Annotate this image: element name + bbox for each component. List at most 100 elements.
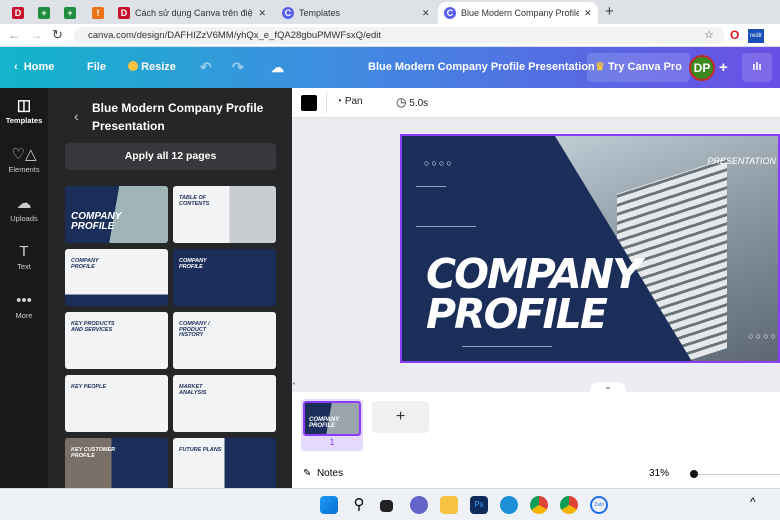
search-icon[interactable]: ⚲ <box>350 496 368 514</box>
green-sheet-icon: + <box>64 7 76 19</box>
tray-chevron-icon[interactable]: ^ <box>750 495 756 509</box>
dots-decoration: ○○○○ <box>424 158 454 168</box>
duration-label: 5.0s <box>409 98 429 109</box>
close-icon[interactable]: ✕ <box>584 8 592 19</box>
scroll-left-icon[interactable]: ◂ <box>292 380 298 387</box>
edge-icon[interactable] <box>500 496 518 514</box>
design-title[interactable]: Blue Modern Company Profile Presentation <box>368 47 595 88</box>
undo-icon[interactable]: ↶ <box>200 47 212 88</box>
zoom-slider-thumb[interactable] <box>690 470 698 478</box>
rail-text[interactable]: T Text <box>0 235 48 283</box>
try-canva-pro-button[interactable]: ♛ Try Canva Pro <box>587 53 690 82</box>
opera-icon[interactable]: O <box>730 28 739 42</box>
forward-icon[interactable]: → <box>30 28 42 42</box>
template-thumbnail[interactable]: COMPANY PROFILE <box>65 249 168 306</box>
try-pro-label: Try Canva Pro <box>607 61 682 73</box>
template-thumbnail[interactable]: FUTURE PLANS <box>173 438 276 488</box>
rail-templates[interactable]: ◫ Templates <box>0 88 48 136</box>
presentation-tag[interactable]: PRESENTATION <box>707 156 776 166</box>
add-page-button[interactable]: + <box>372 401 429 433</box>
thumbnail-title: TABLE OF CONTENTS <box>179 195 210 207</box>
file-menu[interactable]: File <box>87 47 106 88</box>
tab-label: Blue Modern Company Profile Pr <box>461 8 579 18</box>
avatar[interactable]: DP <box>689 55 715 81</box>
tab-pinned-1[interactable]: D <box>6 2 28 24</box>
zoom-slider-track[interactable] <box>693 474 780 475</box>
resize-button[interactable]: Resize <box>128 47 176 88</box>
new-tab-button[interactable]: + <box>605 3 614 20</box>
rail-label: Uploads <box>10 214 38 223</box>
animate-icon: ◔ <box>336 96 343 107</box>
template-thumbnail[interactable]: COMPANY PROFILE <box>65 186 168 243</box>
redo-icon[interactable]: ↷ <box>232 47 244 88</box>
pan-label: Pan <box>344 96 363 107</box>
task-view-icon[interactable] <box>380 500 393 512</box>
star-icon[interactable]: ☆ <box>704 28 714 41</box>
notes-button[interactable]: ✎ Notes <box>303 468 343 479</box>
tab-pinned-2[interactable]: + <box>32 2 54 24</box>
rail-more[interactable]: ••• More <box>0 284 48 332</box>
title-line-2: PROFILE <box>426 290 608 338</box>
extension-icon[interactable]: redir <box>748 29 764 43</box>
rail-elements[interactable]: ♡△ Elements <box>0 137 48 185</box>
close-icon[interactable]: ✕ <box>422 8 430 19</box>
template-thumbnail[interactable]: COMPANY / PRODUCT HISTORY <box>173 312 276 369</box>
template-thumbnail[interactable]: TABLE OF CONTENTS <box>173 186 276 243</box>
page-filmstrip: COMPANY PROFILE 1 + <box>292 392 780 460</box>
more-icon: ••• <box>16 292 32 309</box>
red-d-icon: D <box>12 7 24 19</box>
zoom-level[interactable]: 31% <box>649 468 669 479</box>
url-input[interactable]: canva.com/design/DAFHIZzV6MM/yhQx_e_fQA2… <box>74 27 724 44</box>
thumbnail-title: COMPANY PROFILE <box>179 258 207 270</box>
page-thumbnail-1[interactable]: COMPANY PROFILE 1 <box>301 399 363 451</box>
expand-pages-chevron[interactable]: ⌄ <box>590 382 626 392</box>
footer-bar: ✎ Notes 31% <box>292 460 780 488</box>
crown-icon <box>128 61 138 71</box>
close-icon[interactable]: ✕ <box>258 8 266 19</box>
cloud-saved-icon[interactable]: ☁ <box>271 47 284 88</box>
tab-canva-guide[interactable]: D Cách sử dụng Canva trên điện th ✕ <box>112 2 272 24</box>
templates-panel: ‹ Blue Modern Company Profile Presentati… <box>48 88 292 488</box>
canva-header: ‹ Home File Resize ↶ ↷ ☁ Blue Modern Com… <box>0 47 780 88</box>
chrome-active-icon[interactable] <box>560 496 578 514</box>
windows-start-icon[interactable] <box>320 496 338 514</box>
back-icon[interactable]: ← <box>8 28 20 42</box>
duration-button[interactable]: ◷ 5.0s <box>396 95 428 109</box>
chrome-icon[interactable] <box>530 496 548 514</box>
tab-pinned-3[interactable]: + <box>58 2 80 24</box>
clock-icon: ◷ <box>396 95 407 109</box>
background-color-swatch[interactable] <box>301 95 317 111</box>
photoshop-icon[interactable]: Ps <box>470 496 488 514</box>
dots-decoration: ○○○○ <box>748 331 778 341</box>
teams-chat-icon[interactable] <box>410 496 428 514</box>
rail-uploads[interactable]: ☁ Uploads <box>0 186 48 234</box>
pan-button[interactable]: ◔ Pan <box>336 96 363 107</box>
notes-icon: ✎ <box>303 468 312 479</box>
tab-pinned-4[interactable]: ! <box>86 2 108 24</box>
slide-canvas[interactable]: ○○○○ PRESENTATION COMPANY PROFILE ○○○○ <box>400 134 780 363</box>
template-thumbnail[interactable]: KEY CUSTOMER PROFILE <box>65 438 168 488</box>
slide-title[interactable]: COMPANY PROFILE <box>426 254 642 338</box>
analytics-icon[interactable]: ılı <box>742 53 772 82</box>
back-chevron-icon[interactable]: ‹ <box>74 108 79 124</box>
template-thumbnail[interactable]: KEY PEOPLE <box>65 375 168 432</box>
apply-all-pages-button[interactable]: Apply all 12 pages <box>65 143 276 170</box>
page-thumbnail-image: COMPANY PROFILE <box>303 401 361 436</box>
reload-icon[interactable]: ↻ <box>52 27 63 43</box>
file-explorer-icon[interactable] <box>440 496 458 514</box>
rail-label: Elements <box>8 165 40 174</box>
resize-label: Resize <box>141 61 176 73</box>
add-collaborator-button[interactable]: + <box>719 47 728 88</box>
thumbnail-title: FUTURE PLANS <box>179 447 222 453</box>
tab-templates[interactable]: C Templates ✕ <box>276 2 436 24</box>
tab-active-design[interactable]: C Blue Modern Company Profile Pr ✕ <box>438 2 598 24</box>
elements-icon: ♡△ <box>11 146 37 163</box>
zalo-icon[interactable]: Zalo <box>590 496 608 514</box>
template-thumbnail[interactable]: COMPANY PROFILE <box>173 249 276 306</box>
template-thumbnail[interactable]: MARKET ANALYSIS <box>173 375 276 432</box>
chevron-left-icon: ‹ <box>14 61 18 73</box>
address-bar-row: ← → ↻ canva.com/design/DAFHIZzV6MM/yhQx_… <box>0 24 780 47</box>
thumbnail-title: KEY PEOPLE <box>71 384 107 390</box>
home-button[interactable]: ‹ Home <box>14 47 54 88</box>
template-thumbnail[interactable]: KEY PRODUCTS AND SERVICES <box>65 312 168 369</box>
